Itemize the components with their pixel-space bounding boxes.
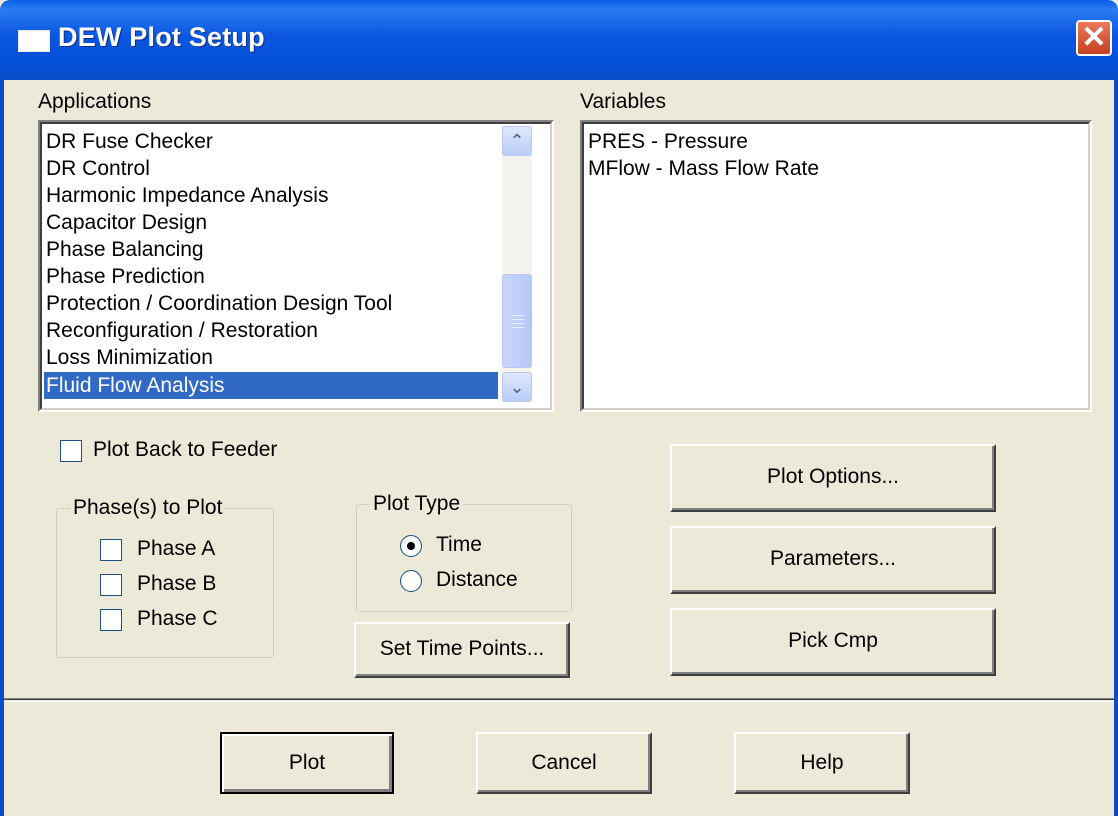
applications-scrollbar[interactable]: ⌃ ⌄ xyxy=(502,126,532,402)
help-label: Help xyxy=(800,751,844,774)
plot-label: Plot xyxy=(288,751,326,774)
plot-back-to-feeder-checkbox[interactable] xyxy=(60,440,82,462)
list-item[interactable]: Loss Minimization xyxy=(44,344,213,371)
list-item[interactable]: MFlow - Mass Flow Rate xyxy=(586,155,819,182)
phase-b-label: Phase B xyxy=(137,572,217,595)
phase-a-checkbox[interactable] xyxy=(100,539,122,561)
distance-radio[interactable] xyxy=(400,570,422,592)
list-item[interactable]: Phase Prediction xyxy=(44,263,205,290)
list-item[interactable]: Protection / Coordination Design Tool xyxy=(44,290,392,317)
parameters-button[interactable]: Parameters... xyxy=(670,526,996,594)
plot-type-group-title: Plot Type xyxy=(370,492,464,516)
phase-c-checkbox[interactable] xyxy=(100,609,122,631)
plot-type-groupbox xyxy=(356,504,572,612)
grip-line xyxy=(512,315,524,316)
list-item[interactable]: DR Fuse Checker xyxy=(44,128,213,155)
chevron-down-icon: ⌄ xyxy=(509,377,525,397)
variables-label: Variables xyxy=(580,90,666,113)
window-title: DEW Plot Setup xyxy=(58,22,265,52)
scroll-thumb[interactable] xyxy=(502,274,532,368)
scroll-up-button[interactable]: ⌃ xyxy=(502,126,532,156)
time-radio-label: Time xyxy=(436,533,482,556)
list-item[interactable]: Phase Balancing xyxy=(44,236,204,263)
time-radio[interactable] xyxy=(400,535,422,557)
title-bar[interactable]: DEW Plot Setup ✕ xyxy=(0,0,1118,80)
distance-radio-label: Distance xyxy=(436,568,518,591)
pick-cmp-label: Pick Cmp xyxy=(788,629,878,652)
phase-a-label: Phase A xyxy=(137,537,216,560)
cancel-button[interactable]: Cancel xyxy=(476,732,652,794)
applications-label: Applications xyxy=(38,90,152,113)
phase-c-label: Phase C xyxy=(137,607,218,630)
pick-cmp-button[interactable]: Pick Cmp xyxy=(670,608,996,676)
variables-listbox[interactable]: PRES - Pressure MFlow - Mass Flow Rate xyxy=(580,120,1092,412)
chevron-up-icon: ⌃ xyxy=(509,131,525,151)
cancel-label: Cancel xyxy=(531,751,597,774)
grip-line xyxy=(512,323,524,324)
scroll-down-button[interactable]: ⌄ xyxy=(502,372,532,402)
list-item[interactable]: Reconfiguration / Restoration xyxy=(44,317,318,344)
phases-group-title: Phase(s) to Plot xyxy=(70,496,226,520)
plot-button[interactable]: Plot xyxy=(220,732,394,794)
grip-line xyxy=(512,319,524,320)
parameters-label: Parameters... xyxy=(769,547,897,570)
separator-shadow xyxy=(4,699,1114,700)
window-frame-right xyxy=(1114,80,1118,816)
list-item[interactable]: DR Control xyxy=(44,155,150,182)
close-icon: ✕ xyxy=(1081,21,1107,54)
grip-line xyxy=(512,327,524,328)
window-icon xyxy=(18,30,50,52)
set-time-points-button[interactable]: Set Time Points... xyxy=(354,622,570,678)
set-time-points-label: Set Time Points... xyxy=(379,637,545,660)
applications-listbox[interactable]: DR Fuse Checker DR Control Harmonic Impe… xyxy=(38,120,554,412)
separator-light xyxy=(4,701,1114,702)
plot-back-to-feeder-label: Plot Back to Feeder xyxy=(93,438,278,461)
list-item[interactable]: Capacitor Design xyxy=(44,209,207,236)
close-button[interactable]: ✕ xyxy=(1076,20,1112,56)
list-item-selected[interactable]: Fluid Flow Analysis xyxy=(44,372,498,399)
list-item[interactable]: PRES - Pressure xyxy=(586,128,748,155)
list-item[interactable]: Harmonic Impedance Analysis xyxy=(44,182,328,209)
plot-options-label: Plot Options... xyxy=(767,465,899,488)
window-frame-left xyxy=(0,80,4,816)
help-button[interactable]: Help xyxy=(734,732,910,794)
plot-options-button[interactable]: Plot Options... xyxy=(670,444,996,512)
phase-b-checkbox[interactable] xyxy=(100,574,122,596)
